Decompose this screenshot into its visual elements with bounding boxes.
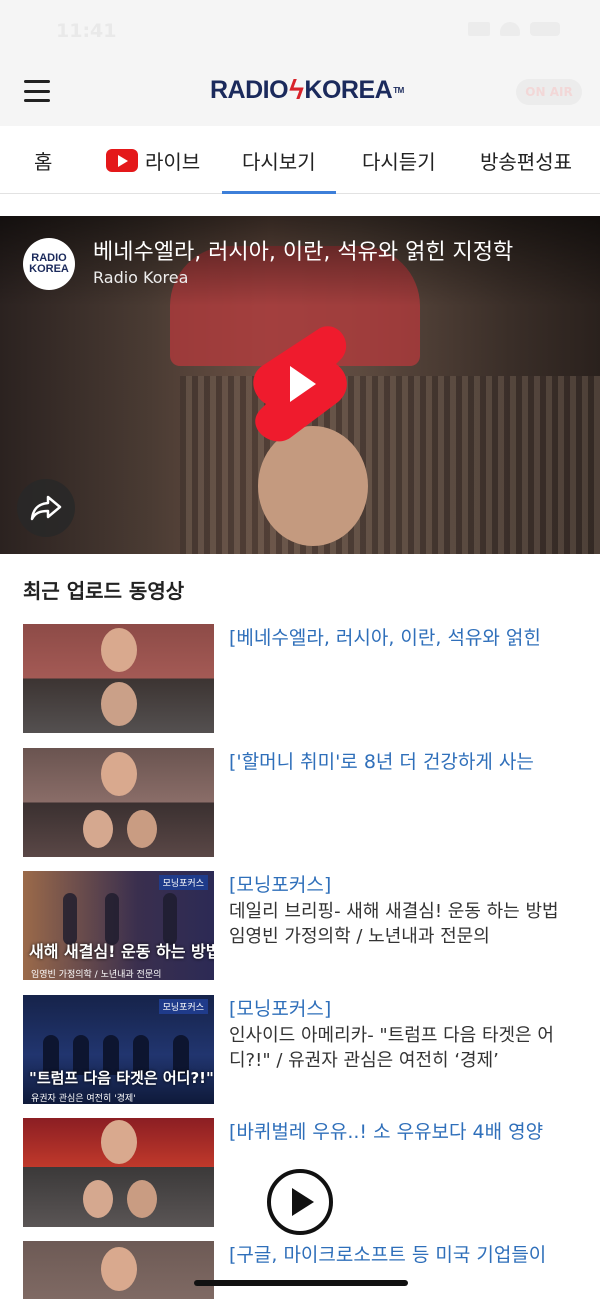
video-title: [구글, 마이크로소프트 등 미국 기업들이 bbox=[229, 1244, 547, 1266]
tab-replay-video[interactable]: 다시보기 bbox=[222, 126, 336, 194]
video-thumbnail bbox=[23, 748, 214, 857]
video-list-item[interactable]: 모닝포커스 새해 새결심! 운동 하는 방법 임영빈 가정의학 / 노년내과 전… bbox=[0, 871, 600, 981]
tab-label: 라이브 bbox=[145, 149, 201, 174]
video-title: [바퀴벌레 우유..! 소 우유보다 4배 영양 bbox=[229, 1121, 544, 1143]
tab-replay-audio[interactable]: 다시듣기 bbox=[362, 126, 436, 194]
featured-video-title[interactable]: 베네수엘라, 러시아, 이란, 석유와 얽힌 지정학 bbox=[93, 234, 593, 266]
video-title: [모닝포커스] bbox=[229, 874, 332, 896]
featured-video-channel[interactable]: Radio Korea bbox=[93, 268, 188, 287]
home-indicator[interactable] bbox=[194, 1280, 408, 1286]
video-list-item[interactable]: [구글, 마이크로소프트 등 미국 기업들이 bbox=[0, 1241, 600, 1299]
status-icons bbox=[468, 22, 560, 36]
video-list-item[interactable]: 모닝포커스 "트럼프 다음 타겟은 어디?!" 유권자 관심은 여전히 '경제'… bbox=[0, 995, 600, 1105]
radio-korea-logo[interactable]: RADIO ϟ KOREA TM bbox=[210, 70, 404, 110]
video-list-item[interactable]: ['할머니 취미'로 8년 더 건강하게 사는 bbox=[0, 748, 600, 858]
tab-schedule[interactable]: 방송편성표 bbox=[480, 126, 572, 194]
cellular-signal-icon bbox=[468, 22, 490, 36]
tab-home[interactable]: 홈 bbox=[34, 126, 52, 194]
channel-avatar[interactable]: RADIO KOREA bbox=[23, 238, 75, 290]
logo-text-korea: KOREA bbox=[304, 75, 393, 104]
on-air-button[interactable]: ON AIR bbox=[516, 79, 582, 105]
video-thumbnail: 모닝포커스 새해 새결심! 운동 하는 방법 임영빈 가정의학 / 노년내과 전… bbox=[23, 871, 214, 980]
lightning-bolt-icon: ϟ bbox=[289, 74, 304, 105]
youtube-shorts-play-icon[interactable] bbox=[250, 324, 350, 446]
thumbnail-caption: 새해 새결심! 운동 하는 방법 bbox=[29, 942, 214, 961]
video-thumbnail bbox=[23, 1118, 214, 1227]
video-thumbnail: 모닝포커스 "트럼프 다음 타겟은 어디?!" 유권자 관심은 여전히 '경제' bbox=[23, 995, 214, 1104]
wifi-icon bbox=[500, 22, 520, 36]
section-title: 최근 업로드 동영상 bbox=[23, 579, 185, 603]
tab-label: 방송편성표 bbox=[480, 149, 572, 174]
video-thumbnail bbox=[23, 1241, 214, 1299]
thumbnail-subcaption: 유권자 관심은 여전히 '경제' bbox=[31, 1094, 136, 1104]
video-list-item[interactable]: [베네수엘라, 러시아, 이란, 석유와 얽힌 bbox=[0, 624, 600, 734]
play-icon[interactable] bbox=[267, 1169, 333, 1235]
video-description: 인사이드 아메리카- "트럼프 다음 타겟은 어디?!" / 유권자 관심은 여… bbox=[229, 1025, 554, 1071]
thumbnail-tag: 모닝포커스 bbox=[158, 999, 208, 1014]
thumbnail-tag: 모닝포커스 bbox=[158, 875, 208, 890]
share-icon bbox=[30, 495, 62, 521]
tab-label: 홈 bbox=[34, 149, 53, 174]
video-title: [베네수엘라, 러시아, 이란, 석유와 얽힌 bbox=[229, 627, 541, 649]
status-time: 11:41 bbox=[56, 20, 117, 42]
featured-video-player[interactable]: RADIO KOREA 베네수엘라, 러시아, 이란, 석유와 얽힌 지정학 R… bbox=[0, 216, 600, 554]
logo-trademark: TM bbox=[393, 85, 404, 95]
video-description: 데일리 브리핑- 새해 새결심! 운동 하는 방법 임영빈 가정의학 / 노년내… bbox=[229, 901, 559, 947]
thumbnail-caption: "트럼프 다음 타겟은 어디?!" bbox=[29, 1069, 214, 1087]
youtube-icon bbox=[106, 148, 138, 172]
menu-icon[interactable] bbox=[24, 80, 50, 102]
video-thumbnail bbox=[23, 624, 214, 733]
video-title: [모닝포커스] bbox=[229, 998, 332, 1020]
tab-label: 다시보기 bbox=[242, 149, 316, 174]
tab-label: 다시듣기 bbox=[362, 149, 436, 174]
tab-bar: 홈 라이브 다시보기 다시듣기 방송편성표 bbox=[0, 126, 600, 194]
status-bar: 11:41 bbox=[0, 0, 600, 60]
video-title: ['할머니 취미'로 8년 더 건강하게 사는 bbox=[229, 751, 534, 773]
battery-icon bbox=[530, 22, 560, 36]
app-header: RADIO ϟ KOREA TM ON AIR bbox=[0, 60, 600, 126]
share-button[interactable] bbox=[17, 479, 75, 537]
tab-live[interactable]: 라이브 bbox=[106, 126, 200, 194]
logo-text-radio: RADIO bbox=[210, 75, 289, 104]
thumbnail-subcaption: 임영빈 가정의학 / 노년내과 전문의 bbox=[31, 970, 162, 980]
